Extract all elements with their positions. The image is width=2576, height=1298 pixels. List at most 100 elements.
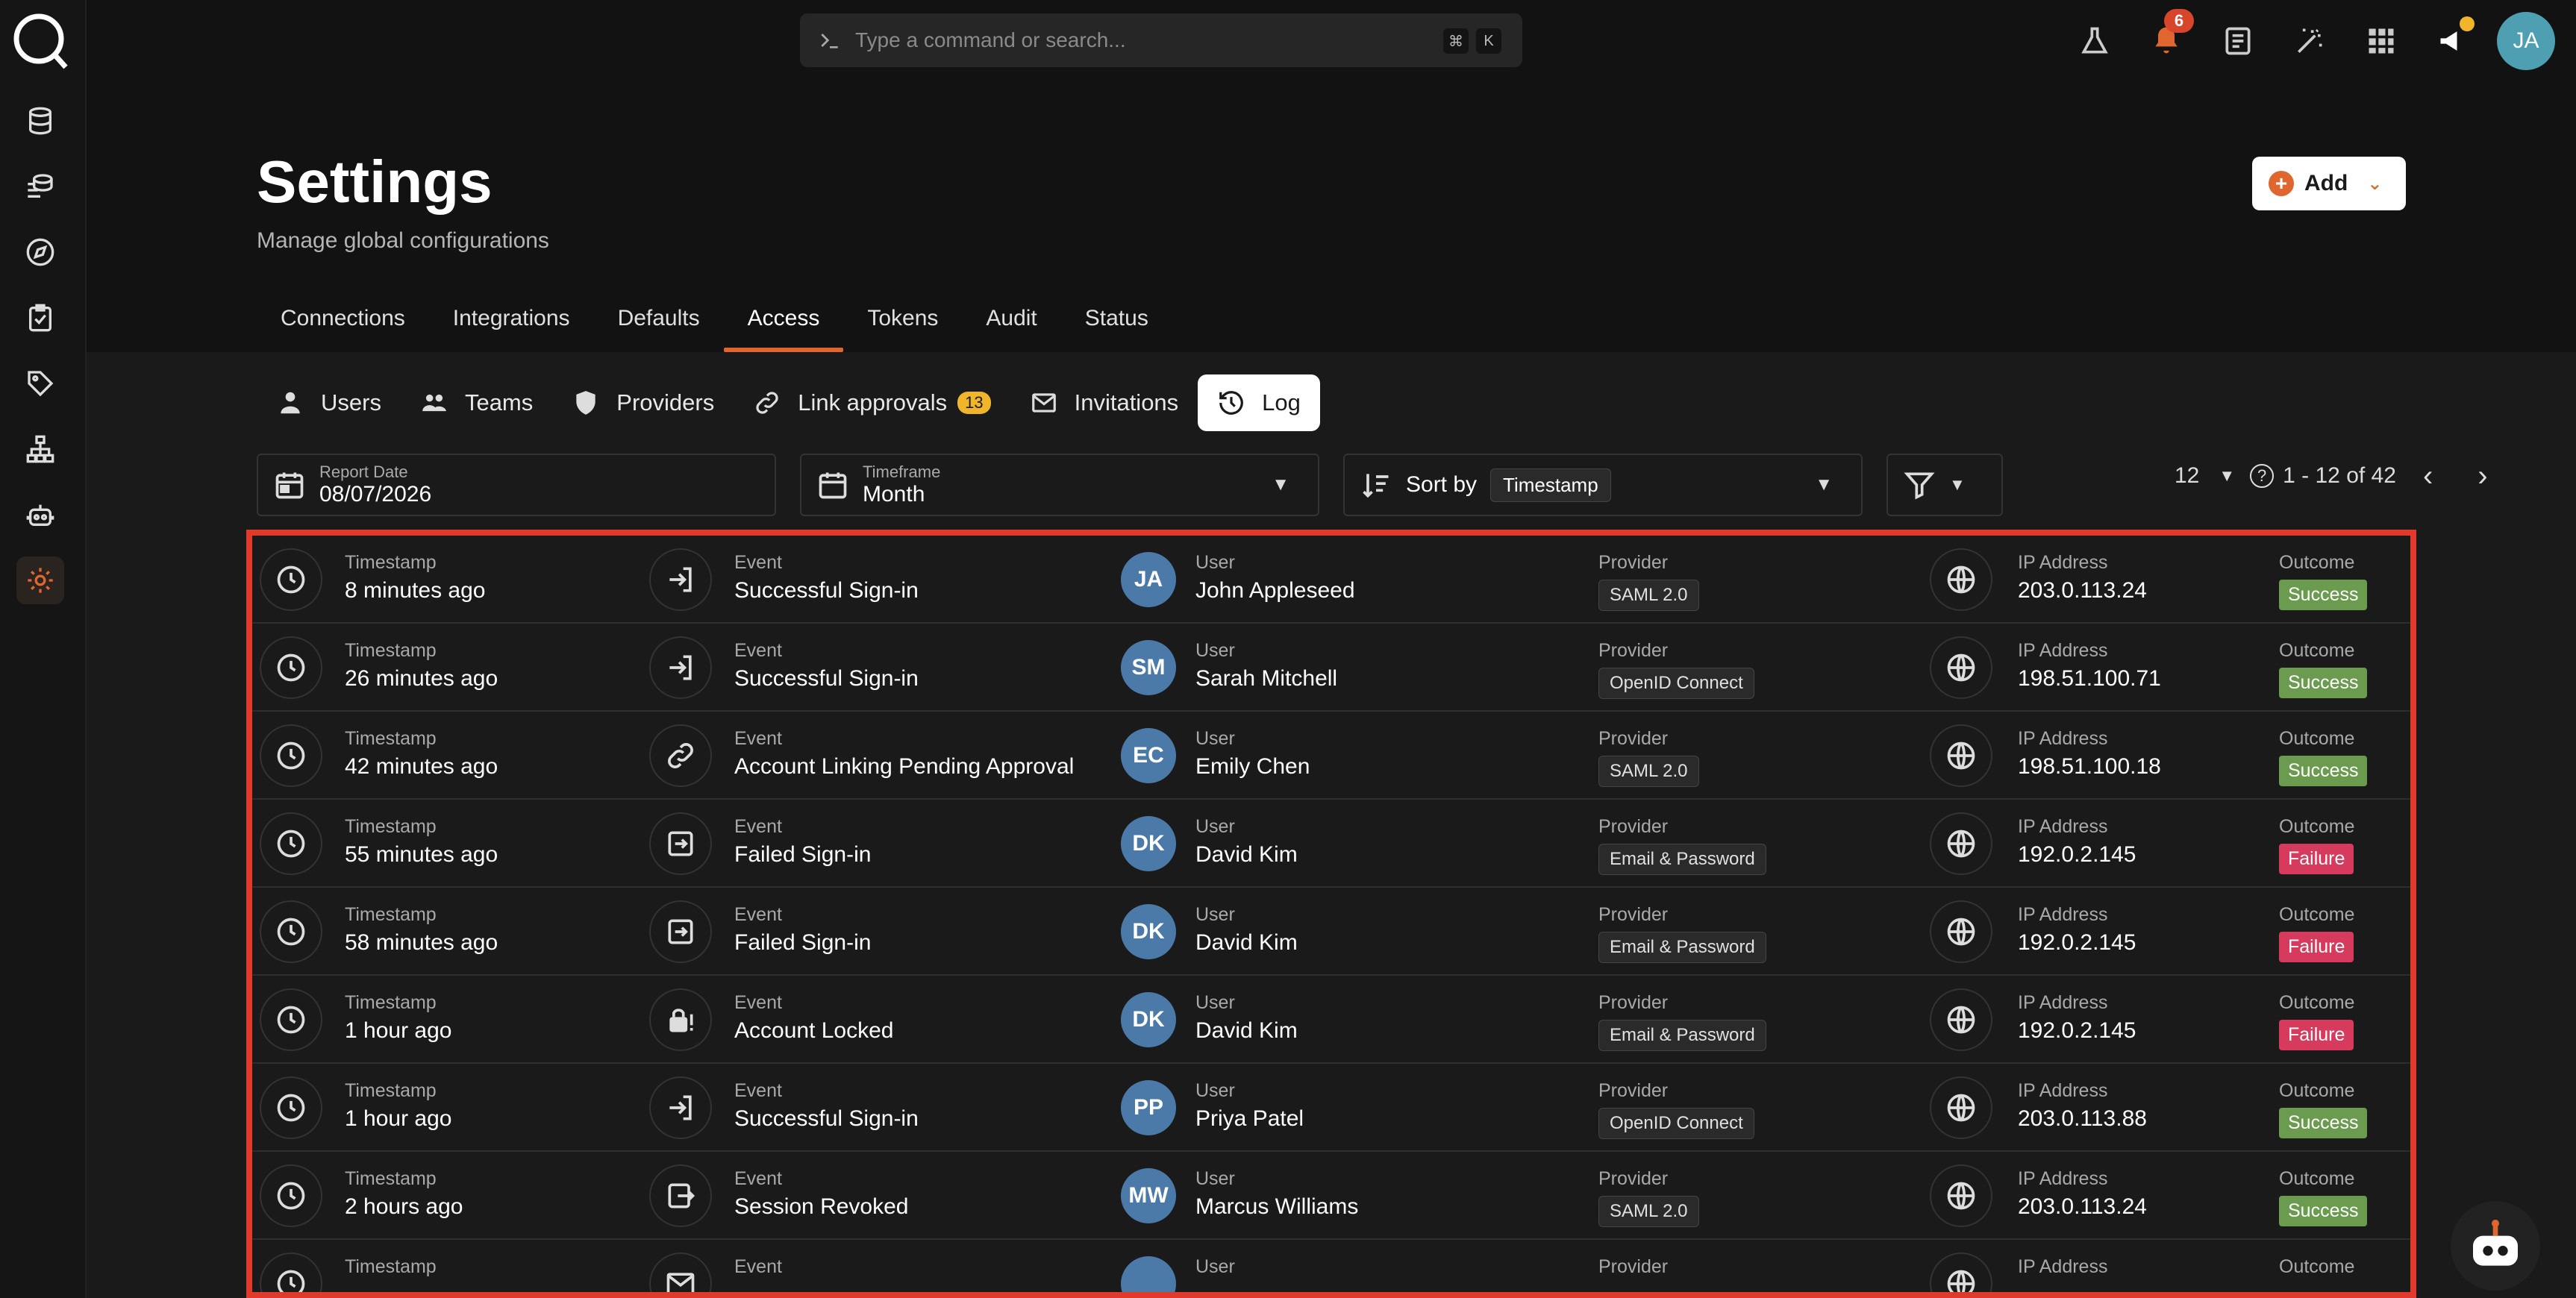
globe-icon bbox=[1930, 1076, 1992, 1139]
shield-key-icon bbox=[576, 391, 595, 415]
access-content: Users Teams Providers Link approvals 13 I… bbox=[87, 352, 2576, 1298]
user-label: User bbox=[1195, 1080, 1235, 1101]
log-list: Timestamp 8 minutes ago Event Successful Si… bbox=[246, 530, 2416, 1298]
log-row[interactable]: Timestamp 55 minutes ago Event Failed Sign-… bbox=[252, 800, 2410, 888]
provider-label: Provider bbox=[1598, 728, 1669, 749]
magic-wand-icon[interactable] bbox=[2289, 21, 2330, 61]
subtab-users[interactable]: Users bbox=[257, 374, 401, 431]
sign-in-icon bbox=[649, 1076, 712, 1139]
subtab-providers[interactable]: Providers bbox=[552, 374, 734, 431]
team-icon bbox=[422, 394, 446, 412]
subtab-teams[interactable]: Teams bbox=[401, 374, 552, 431]
event-value: Successful Sign-in bbox=[734, 578, 919, 603]
outcome-label: Outcome bbox=[2279, 816, 2355, 837]
provider-label: Provider bbox=[1598, 992, 1669, 1013]
tag-icon[interactable] bbox=[16, 360, 64, 407]
tab-tokens[interactable]: Tokens bbox=[843, 300, 962, 352]
log-row[interactable]: Timestamp 42 minutes ago Event Account Link… bbox=[252, 712, 2410, 800]
flask-icon[interactable] bbox=[2075, 21, 2115, 61]
clock-icon bbox=[260, 988, 322, 1051]
event-value: Failed Sign-in bbox=[734, 930, 872, 955]
ip-value: 198.51.100.71 bbox=[2018, 666, 2161, 691]
session-revoked-icon bbox=[649, 1164, 712, 1227]
outcome-badge: Success bbox=[2279, 668, 2368, 698]
provider-chip: Email & Password bbox=[1598, 932, 1766, 963]
sign-in-icon bbox=[649, 548, 712, 611]
search-placeholder: Type a command or search... bbox=[855, 28, 1126, 51]
sort-select[interactable]: Sort by Timestamp ▼ bbox=[1343, 454, 1863, 516]
user-value: Priya Patel bbox=[1195, 1106, 1304, 1131]
globe-icon bbox=[1930, 548, 1992, 611]
data-flow-icon[interactable] bbox=[16, 163, 64, 210]
timestamp-value: 26 minutes ago bbox=[345, 666, 498, 691]
event-label: Event bbox=[734, 816, 782, 837]
log-row[interactable]: Timestamp 1 hour ago Event Successful Sign-… bbox=[252, 1064, 2410, 1152]
shortcut-cmd-key: ⌘ bbox=[1443, 28, 1469, 54]
subtab-link-approvals[interactable]: Link approvals 13 bbox=[734, 374, 1010, 431]
hierarchy-icon[interactable] bbox=[16, 425, 64, 473]
tab-integrations[interactable]: Integrations bbox=[429, 300, 594, 352]
clock-icon bbox=[260, 1252, 322, 1292]
page-size-select[interactable]: 12 bbox=[2175, 463, 2199, 489]
provider-label: Provider bbox=[1598, 552, 1669, 573]
timestamp-value: 55 minutes ago bbox=[345, 842, 498, 867]
page-size-caret-icon[interactable]: ▼ bbox=[2219, 466, 2235, 486]
tab-status[interactable]: Status bbox=[1061, 300, 1172, 352]
settings-gear-icon[interactable] bbox=[16, 556, 64, 604]
outcome-label: Outcome bbox=[2279, 1080, 2355, 1101]
user-label: User bbox=[1195, 992, 1235, 1013]
timeframe-caret-icon: ▼ bbox=[1272, 474, 1289, 495]
log-row[interactable]: Timestamp 26 minutes ago Event Successful S… bbox=[252, 624, 2410, 712]
settings-header: Settings Manage global configurations + … bbox=[87, 84, 2576, 352]
command-search-input[interactable]: Type a command or search... ⌘ K bbox=[800, 13, 1522, 67]
sign-in-failed-icon bbox=[649, 900, 712, 963]
log-row[interactable]: Timestamp 1 hour ago Event Account Locked DK… bbox=[252, 976, 2410, 1064]
next-page-icon[interactable]: › bbox=[2477, 460, 2487, 493]
notification-count-badge: 6 bbox=[2164, 9, 2194, 33]
tab-access[interactable]: Access bbox=[723, 300, 844, 352]
assistant-bot-icon[interactable] bbox=[2451, 1201, 2540, 1291]
timestamp-label: Timestamp bbox=[345, 904, 437, 925]
clock-icon bbox=[260, 1164, 322, 1227]
add-button[interactable]: + Add ⌄ bbox=[2252, 157, 2406, 210]
report-date-value: 08/07/2026 bbox=[319, 482, 432, 507]
subtab-invitations[interactable]: Invitations bbox=[1010, 374, 1198, 431]
add-button-label: Add bbox=[2304, 171, 2348, 195]
help-icon[interactable]: ? bbox=[2250, 464, 2275, 488]
report-date-label: Report Date bbox=[319, 463, 408, 481]
page-subtitle: Manage global configurations bbox=[257, 228, 549, 253]
outcome-badge: Failure bbox=[2279, 1020, 2354, 1050]
outcome-label: Outcome bbox=[2279, 552, 2355, 573]
user-avatar[interactable]: JA bbox=[2497, 12, 2555, 70]
database-icon[interactable] bbox=[16, 97, 64, 145]
timeframe-select[interactable]: Timeframe Month ▼ bbox=[800, 454, 1319, 516]
user-icon bbox=[281, 392, 300, 414]
clipboard-check-icon[interactable] bbox=[16, 294, 64, 342]
calendar-icon bbox=[275, 472, 304, 499]
link-approvals-count-badge: 13 bbox=[957, 392, 991, 414]
outcome-label: Outcome bbox=[2279, 640, 2355, 661]
apps-grid-icon[interactable] bbox=[2361, 21, 2401, 61]
outcome-badge: Failure bbox=[2279, 844, 2354, 874]
prev-page-icon[interactable]: ‹ bbox=[2423, 460, 2433, 493]
tab-connections[interactable]: Connections bbox=[257, 300, 429, 352]
outcome-badge: Success bbox=[2279, 1196, 2368, 1226]
app-logo-icon[interactable] bbox=[10, 10, 70, 70]
event-value: Failed Sign-in bbox=[734, 842, 872, 867]
log-row[interactable]: Timestamp Event User Provider IP Address Outc… bbox=[252, 1240, 2410, 1292]
compass-icon[interactable] bbox=[16, 228, 64, 276]
log-row[interactable]: Timestamp 2 hours ago Event Session Revoked… bbox=[252, 1152, 2410, 1240]
report-date-field[interactable]: Report Date 08/07/2026 bbox=[257, 454, 776, 516]
log-row[interactable]: Timestamp 8 minutes ago Event Successful Si… bbox=[252, 536, 2410, 624]
event-label: Event bbox=[734, 1080, 782, 1101]
filter-button[interactable]: ▼ bbox=[1886, 454, 2003, 516]
user-avatar-initials: DK bbox=[1121, 992, 1176, 1047]
ip-label: IP Address bbox=[2018, 1080, 2108, 1101]
document-icon[interactable] bbox=[2218, 21, 2258, 61]
tab-defaults[interactable]: Defaults bbox=[594, 300, 724, 352]
outcome-badge: Success bbox=[2279, 1108, 2368, 1138]
subtab-log[interactable]: Log bbox=[1198, 374, 1320, 431]
log-row[interactable]: Timestamp 58 minutes ago Event Failed Sign-… bbox=[252, 888, 2410, 976]
robot-icon[interactable] bbox=[16, 491, 64, 539]
tab-audit[interactable]: Audit bbox=[962, 300, 1060, 352]
